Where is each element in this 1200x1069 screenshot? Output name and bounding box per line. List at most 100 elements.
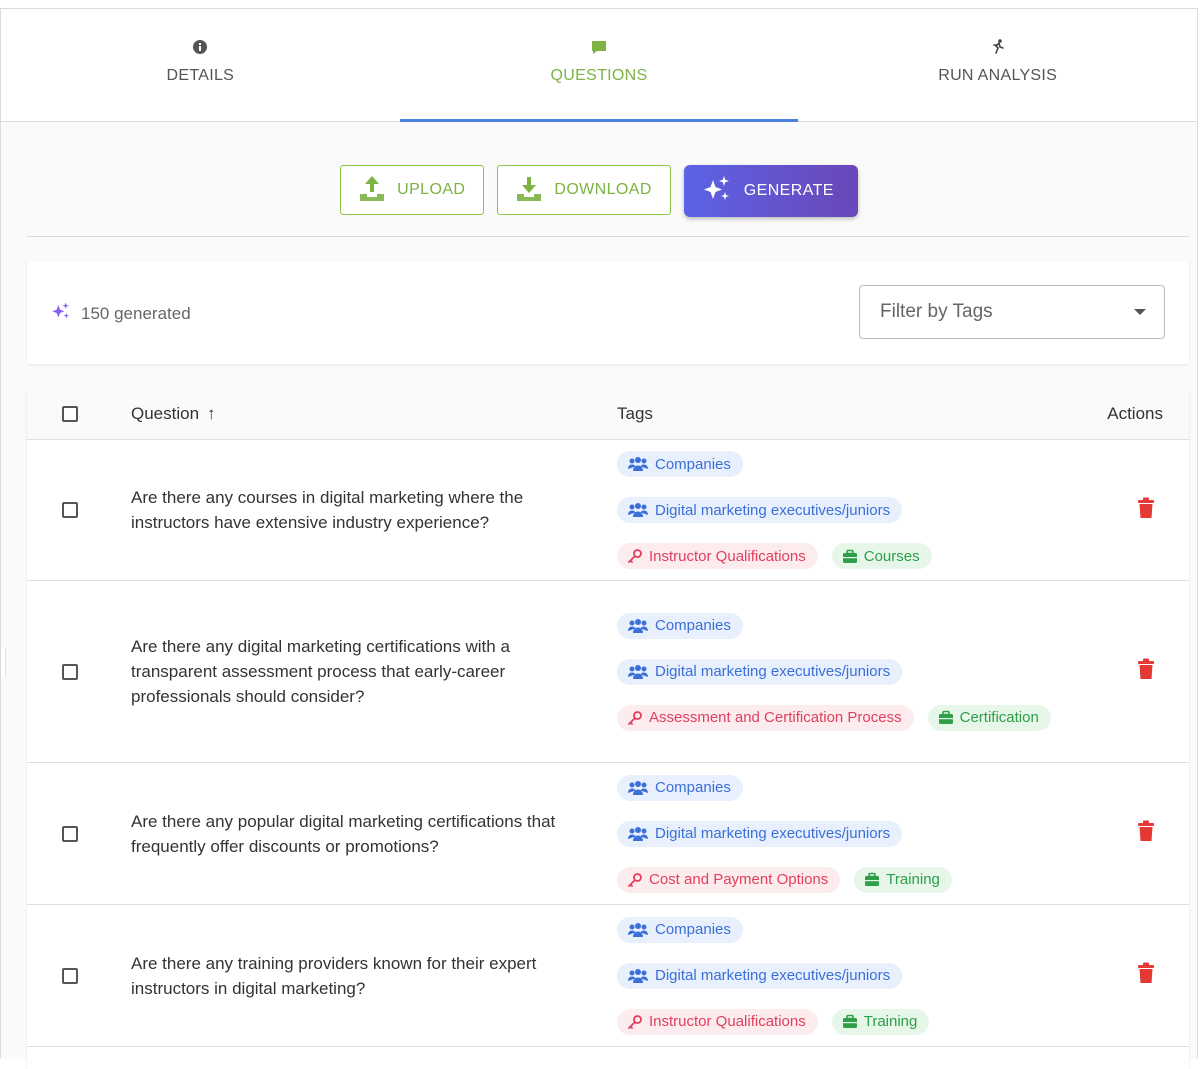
tag-chip[interactable]: Certification [927,704,1051,731]
filter-by-tags-select[interactable]: Filter by Tags [859,285,1165,339]
tag-chip[interactable]: Companies [617,774,743,801]
tag-label: Cost and Payment Options [649,871,829,888]
tag-label: Digital marketing executives/juniors [655,967,891,984]
briefcase-icon [842,1014,858,1029]
tag-chip[interactable]: Digital marketing executives/juniors [617,820,903,847]
resize-handle[interactable] [1,649,6,677]
tag-label: Training [863,1013,918,1030]
people-group-icon [627,502,649,518]
download-label: DOWNLOAD [554,181,652,198]
briefcase-icon [938,710,954,725]
tag-list: Companies Digital marketing executives/ju… [617,757,1087,911]
tab-questions-label: QUESTIONS [550,67,648,84]
tag-label: Companies [655,779,731,796]
tag-chip[interactable]: Courses [831,543,932,569]
tab-details-label: DETAILS [166,67,235,84]
delete-button[interactable] [1087,962,1189,989]
question-text: Are there any courses in digital marketi… [131,488,524,532]
key-icon [627,1014,643,1030]
delete-button[interactable] [1087,658,1189,685]
tag-label: Companies [655,617,731,634]
table-row: Are there any digital marketing certific… [27,581,1189,763]
select-all-checkbox[interactable] [62,406,78,422]
tag-label: Instructor Qualifications [649,1013,806,1030]
tag-label: Courses [863,547,920,565]
delete-button[interactable] [1087,820,1189,847]
tag-chip[interactable]: Companies [617,612,743,639]
tag-label: Digital marketing executives/juniors [655,825,891,842]
tag-chip[interactable]: Digital marketing executives/juniors [617,497,903,523]
row-checkbox[interactable] [62,502,78,518]
trash-icon [1137,820,1155,847]
people-group-icon [627,456,649,472]
tab-run-analysis-label: RUN ANALYSIS [938,67,1058,84]
question-text: Are there any training providers known f… [131,953,537,998]
tag-chip[interactable]: Companies [617,916,743,943]
tab-questions[interactable]: QUESTIONS [399,9,799,122]
tag-label: Digital marketing executives/juniors [655,663,891,680]
briefcase-icon [842,549,858,564]
key-icon [627,710,643,726]
tag-label: Digital marketing executives/juniors [655,501,891,519]
briefcase-icon [864,872,880,887]
tag-label: Companies [655,455,731,473]
table-body: Are there any courses in digital marketi… [27,440,1189,1047]
tag-chip[interactable]: Instructor Qualifications [617,1008,818,1035]
upload-button[interactable]: UPLOAD [340,165,485,215]
row-checkbox[interactable] [62,663,78,680]
trash-icon [1137,658,1155,685]
people-group-icon [627,826,649,842]
tab-details[interactable]: DETAILS [1,9,400,121]
row-checkbox[interactable] [62,825,78,842]
tag-label: Assessment and Certification Process [649,709,902,726]
tab-run-analysis[interactable]: RUN ANALYSIS [798,9,1197,121]
people-group-icon [627,618,649,634]
tag-chip[interactable]: Digital marketing executives/juniors [617,658,903,685]
tag-chip[interactable]: Training [854,866,952,893]
table-row: Are there any popular digital marketing … [27,763,1189,905]
people-group-icon [627,922,649,938]
chat-bubble-icon [591,39,607,55]
delete-button[interactable] [1087,497,1189,524]
tag-list: Companies Digital marketing executives/ju… [617,899,1087,1053]
trash-icon [1137,497,1155,524]
people-group-icon [627,968,649,984]
divider [27,236,1189,237]
generated-count: 150 generated [51,301,191,326]
tag-label: Instructor Qualifications [649,547,806,565]
download-icon [514,173,544,208]
tag-list: Companies Digital marketing executives/ju… [617,433,1087,587]
sparkles-icon [51,301,71,326]
tag-chip[interactable]: Digital marketing executives/juniors [617,962,903,989]
sparkles-icon [702,174,732,209]
tag-chip[interactable]: Assessment and Certification Process [617,704,914,731]
generate-label: GENERATE [743,182,834,199]
question-text: Are there any digital marketing certific… [131,637,510,706]
question-column-header[interactable]: Question ↑ [131,404,617,424]
upload-icon [357,173,387,208]
tag-chip[interactable]: Training [831,1008,930,1035]
generate-button[interactable]: GENERATE [683,165,858,217]
people-group-icon [627,780,649,796]
running-person-icon [991,39,1005,55]
tag-list: Companies Digital marketing executives/ju… [617,595,1087,749]
tag-chip[interactable]: Companies [617,451,743,477]
question-text: Are there any popular digital marketing … [131,811,556,856]
action-toolbar: UPLOAD DOWNLOAD GENERATE [1,165,1197,217]
tag-label: Certification [959,709,1039,726]
upload-label: UPLOAD [397,181,466,198]
tag-label: Companies [655,921,731,938]
tag-chip[interactable]: Cost and Payment Options [617,866,841,893]
download-button[interactable]: DOWNLOAD [497,165,671,215]
tag-chip[interactable]: Instructor Qualifications [617,543,818,569]
key-icon [627,872,643,888]
caret-down-icon [1134,309,1146,315]
questions-panel: DETAILS QUESTIONS RUN ANALYSIS UPLOAD DO… [0,8,1198,1069]
row-checkbox[interactable] [62,967,78,984]
info-circle-icon [193,39,208,55]
filter-select-placeholder: Filter by Tags [880,301,993,322]
filter-bar: 150 generated Filter by Tags [27,261,1189,364]
generated-count-label: 150 generated [81,303,191,323]
question-header-label: Question [131,404,200,423]
tag-label: Training [886,871,940,888]
